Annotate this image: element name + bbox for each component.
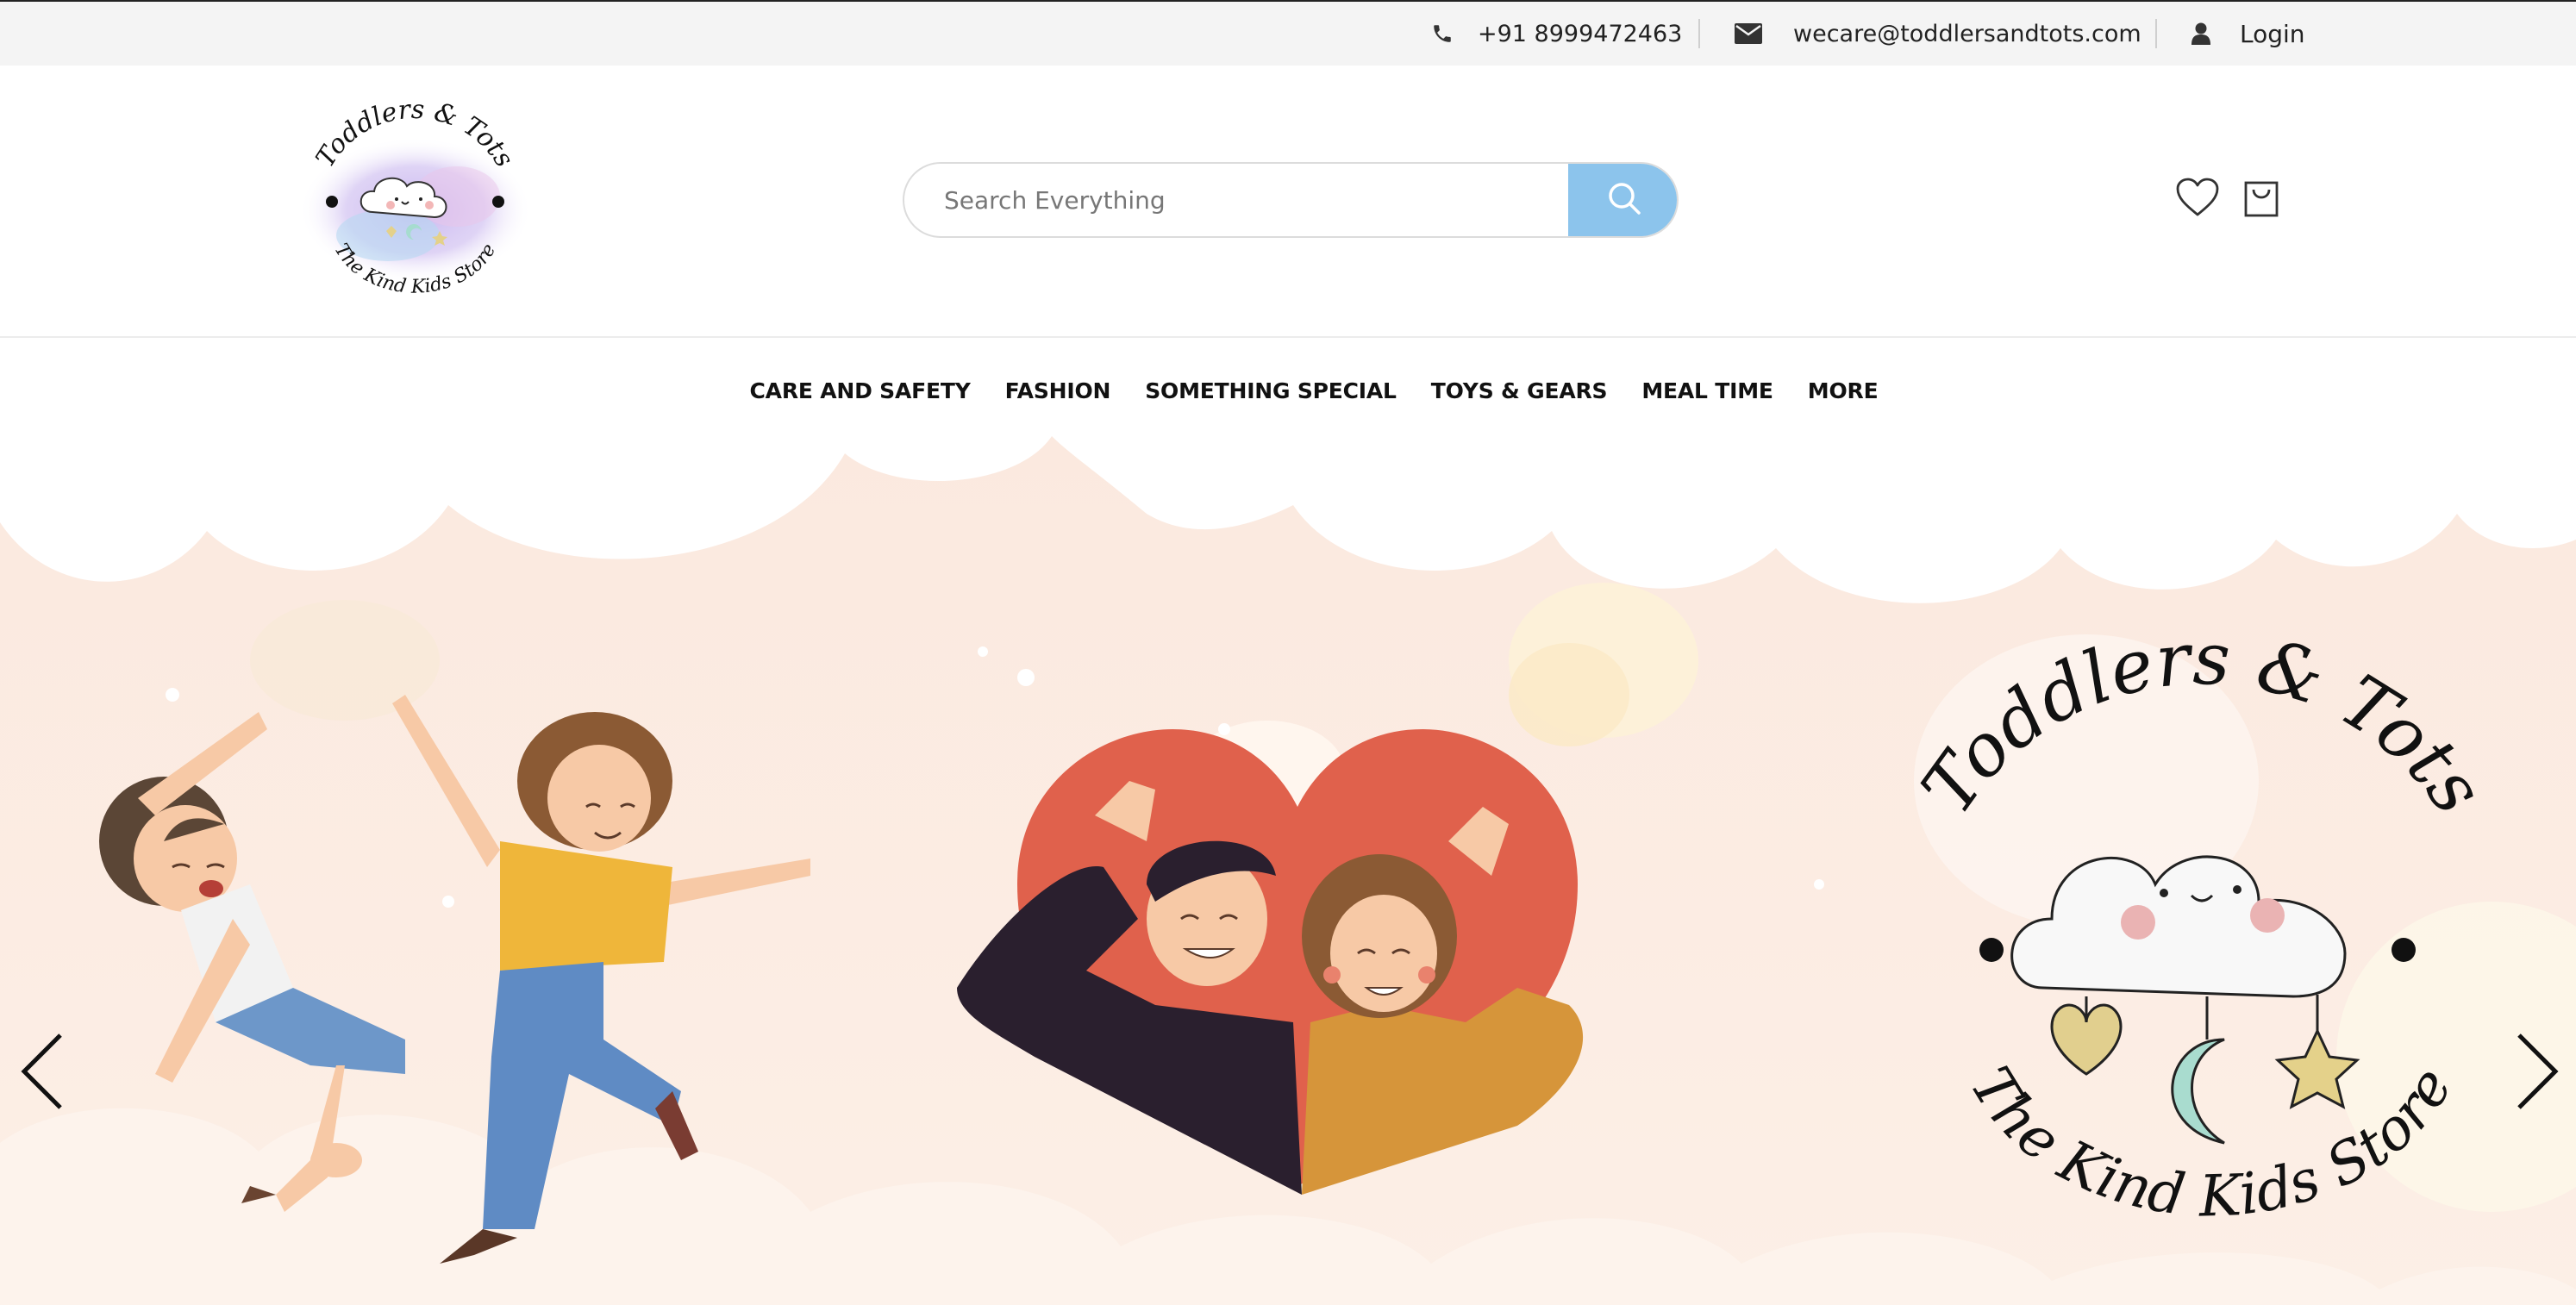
search-button[interactable] (1568, 164, 1677, 236)
hero-banner: Toddlers & Tots The Kind Kids Store (0, 436, 2576, 1305)
top-bar: +91 8999472463 wecare@toddlersandtots.co… (0, 0, 2576, 66)
login-link[interactable]: Login (2191, 2, 2305, 66)
search-input[interactable] (904, 164, 1568, 236)
nav-more[interactable]: MORE (1808, 378, 1879, 403)
phone-number: +91 8999472463 (1478, 20, 1683, 47)
search-bar (903, 162, 1679, 238)
site-logo[interactable]: Toddlers & Tots The Kind Kids Store (284, 95, 543, 309)
nav-something-special[interactable]: SOMETHING SPECIAL (1145, 378, 1397, 403)
cart-button[interactable] (2244, 181, 2279, 221)
nav-care-and-safety[interactable]: CARE AND SAFETY (750, 378, 971, 403)
header-divider (0, 336, 2576, 338)
nav-meal-time[interactable]: MEAL TIME (1641, 378, 1773, 403)
chevron-right-icon (2514, 1033, 2562, 1116)
phone-icon (1431, 22, 1454, 45)
heart-icon (2176, 178, 2219, 221)
phone-contact[interactable]: +91 8999472463 (1431, 2, 1682, 66)
envelope-icon (1735, 23, 1762, 44)
search-icon (1606, 180, 1642, 220)
login-label: Login (2240, 19, 2305, 48)
nav-fashion[interactable]: FASHION (1005, 378, 1111, 403)
shopping-bag-icon (2244, 181, 2279, 221)
email-contact[interactable]: wecare@toddlersandtots.com (1735, 2, 2141, 66)
nav-toys-and-gears[interactable]: TOYS & GEARS (1431, 378, 1608, 403)
wishlist-button[interactable] (2176, 178, 2219, 221)
user-icon (2191, 22, 2210, 45)
email-address: wecare@toddlersandtots.com (1793, 20, 2141, 47)
chevron-left-icon (17, 1033, 66, 1116)
separator (2155, 19, 2157, 48)
separator (1698, 19, 1700, 48)
hero-illustration: Toddlers & Tots The Kind Kids Store (0, 436, 2576, 1305)
slider-next-button[interactable] (2514, 1030, 2562, 1116)
slider-prev-button[interactable] (17, 1030, 66, 1116)
main-nav: CARE AND SAFETY FASHION SOMETHING SPECIA… (0, 362, 2576, 419)
